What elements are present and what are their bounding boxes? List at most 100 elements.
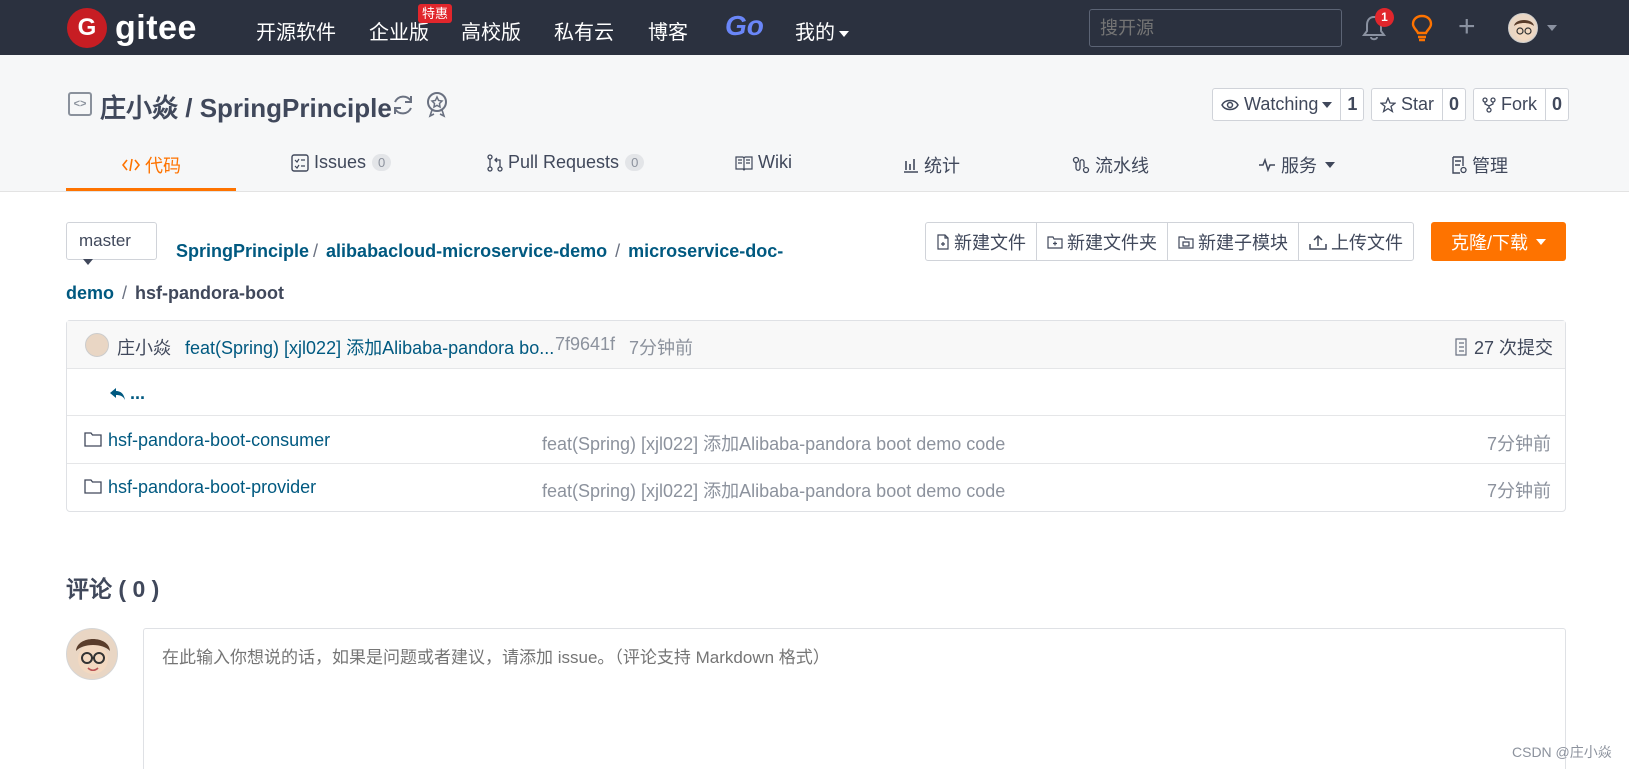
tab-wiki[interactable]: Wiki xyxy=(735,152,792,173)
commit-time: 7分钟前 xyxy=(629,338,694,358)
repo-name[interactable]: SpringPrinciple xyxy=(200,93,392,123)
pull-requests-count-badge: 0 xyxy=(625,154,645,171)
file-list: 庄小焱 feat(Spring) [xjl022] 添加Alibaba-pand… xyxy=(66,320,1566,512)
lightbulb-icon[interactable] xyxy=(1409,13,1435,43)
nav-private-cloud[interactable]: 私有云 xyxy=(554,16,614,45)
upload-icon xyxy=(1309,234,1327,250)
file-commit-time: 7分钟前 xyxy=(1486,434,1551,454)
user-avatar[interactable] xyxy=(1508,13,1538,43)
avatar-chevron-down-icon[interactable] xyxy=(1547,25,1557,31)
book-icon xyxy=(735,155,753,171)
tab-code-label: 代码 xyxy=(145,156,181,176)
commit-author-avatar[interactable] xyxy=(85,333,109,357)
tab-manage-label: 管理 xyxy=(1472,156,1508,176)
nav-education[interactable]: 高校版 xyxy=(461,16,521,45)
repo-owner[interactable]: 庄小焱 xyxy=(100,93,178,123)
commit-message[interactable]: feat(Spring) [xjl022] 添加Alibaba-pandora … xyxy=(185,334,554,360)
tab-issues[interactable]: Issues 0 xyxy=(291,152,392,173)
tab-manage[interactable]: 管理 xyxy=(1451,152,1508,178)
latest-commit-row: 庄小焱 feat(Spring) [xjl022] 添加Alibaba-pand… xyxy=(67,321,1565,369)
tab-pipeline-label: 流水线 xyxy=(1095,156,1149,176)
bar-chart-icon xyxy=(904,159,918,173)
new-folder-label: 新建文件夹 xyxy=(1067,232,1157,253)
nav-mine-dropdown[interactable]: 我的 xyxy=(795,16,849,45)
new-folder-icon xyxy=(1047,235,1063,249)
fork-button[interactable]: Fork 0 xyxy=(1473,88,1570,121)
tab-services[interactable]: 服务 xyxy=(1258,152,1335,178)
repo-title-separator: / xyxy=(178,93,200,123)
tab-stats-label: 统计 xyxy=(924,156,960,176)
file-name[interactable]: hsf-pandora-boot-provider xyxy=(108,477,316,498)
nav-go-logo[interactable]: Go xyxy=(725,10,764,42)
chevron-down-icon xyxy=(1536,238,1546,245)
gitee-logo-icon: G xyxy=(67,8,107,48)
eye-icon xyxy=(1221,99,1239,110)
chevron-down-icon xyxy=(839,30,849,37)
gitee-logo[interactable]: G gitee xyxy=(67,8,197,48)
new-file-label: 新建文件 xyxy=(954,232,1026,253)
chevron-down-icon xyxy=(1325,162,1335,168)
star-count[interactable]: 0 xyxy=(1443,94,1465,115)
new-file-button[interactable]: 新建文件 xyxy=(926,223,1037,260)
tab-code[interactable]: 代码 xyxy=(122,152,181,178)
watch-label: Watching xyxy=(1244,94,1319,114)
file-action-bar: 新建文件 新建文件夹 新建子模块 上传文件 xyxy=(925,222,1414,261)
commit-sha[interactable]: 7f9641f xyxy=(555,334,615,355)
new-folder-button[interactable]: 新建文件夹 xyxy=(1037,223,1168,260)
pipeline-icon xyxy=(1072,156,1090,174)
commit-author[interactable]: 庄小焱 xyxy=(117,334,171,360)
parent-dir-label: ... xyxy=(130,383,146,403)
nav-mine-label: 我的 xyxy=(795,22,835,44)
parent-dir-link[interactable]: ... xyxy=(109,383,145,404)
file-name[interactable]: hsf-pandora-boot-consumer xyxy=(108,430,330,451)
clone-download-button[interactable]: 克隆/下载 xyxy=(1431,222,1566,261)
commit-count-link[interactable]: 27 次提交 xyxy=(1454,334,1553,360)
watch-count[interactable]: 1 xyxy=(1341,94,1363,115)
repo-title[interactable]: 庄小焱 / SpringPrinciple xyxy=(100,88,392,125)
file-commit-message[interactable]: feat(Spring) [xjl022] 添加Alibaba-pandora … xyxy=(542,430,1005,456)
tab-stats[interactable]: 统计 xyxy=(903,152,960,178)
tab-pipeline[interactable]: 流水线 xyxy=(1072,152,1149,178)
repo-code-icon: <> xyxy=(68,92,92,116)
upload-file-label: 上传文件 xyxy=(1331,232,1403,253)
comment-user-avatar[interactable] xyxy=(66,628,118,680)
clone-label: 克隆/下载 xyxy=(1450,232,1528,253)
top-navbar: G gitee 开源软件 企业版 特惠 高校版 私有云 博客 Go 我的 1 + xyxy=(0,0,1629,55)
issues-icon xyxy=(291,153,309,172)
fork-count[interactable]: 0 xyxy=(1546,94,1568,115)
tab-wiki-label: Wiki xyxy=(758,152,792,172)
comment-input[interactable] xyxy=(143,628,1566,769)
tab-issues-label: Issues xyxy=(314,152,367,172)
breadcrumb-repo[interactable]: SpringPrinciple xyxy=(176,241,309,261)
search-input[interactable] xyxy=(1089,9,1342,47)
parent-dir-row[interactable]: ... xyxy=(67,370,1565,416)
breadcrumb-current: hsf-pandora-boot xyxy=(135,283,285,303)
award-icon[interactable] xyxy=(424,90,450,118)
folder-icon xyxy=(84,479,102,494)
nav-blog[interactable]: 博客 xyxy=(648,16,688,45)
star-button[interactable]: Star 0 xyxy=(1371,88,1467,121)
upload-file-button[interactable]: 上传文件 xyxy=(1299,223,1413,260)
plus-icon[interactable]: + xyxy=(1458,12,1476,42)
sync-icon[interactable] xyxy=(390,92,416,118)
promo-badge: 特惠 xyxy=(418,4,453,23)
breadcrumb-folder-1[interactable]: alibabacloud-microservice-demo xyxy=(326,241,607,261)
file-commit-message[interactable]: feat(Spring) [xjl022] 添加Alibaba-pandora … xyxy=(542,477,1005,503)
watch-button[interactable]: Watching 1 xyxy=(1212,88,1365,121)
code-icon xyxy=(122,158,140,172)
issues-count-badge: 0 xyxy=(372,154,392,171)
active-tab-indicator xyxy=(66,188,236,191)
csdn-watermark: CSDN @庄小焱 xyxy=(1512,744,1612,760)
breadcrumb-sep: / xyxy=(313,241,319,261)
tab-pull-requests[interactable]: Pull Requests 0 xyxy=(487,152,645,173)
file-row[interactable]: hsf-pandora-boot-consumer feat(Spring) [… xyxy=(67,417,1565,464)
new-file-icon xyxy=(937,233,949,250)
breadcrumb-sep: / xyxy=(122,283,128,303)
star-label: Star xyxy=(1401,94,1435,114)
file-row[interactable]: hsf-pandora-boot-provider feat(Spring) [… xyxy=(67,464,1565,511)
new-submodule-label: 新建子模块 xyxy=(1198,232,1288,253)
nav-open-source[interactable]: 开源软件 xyxy=(256,16,336,45)
fork-label: Fork xyxy=(1501,94,1537,114)
new-submodule-button[interactable]: 新建子模块 xyxy=(1168,223,1299,260)
avatar-face-icon xyxy=(1514,20,1534,40)
